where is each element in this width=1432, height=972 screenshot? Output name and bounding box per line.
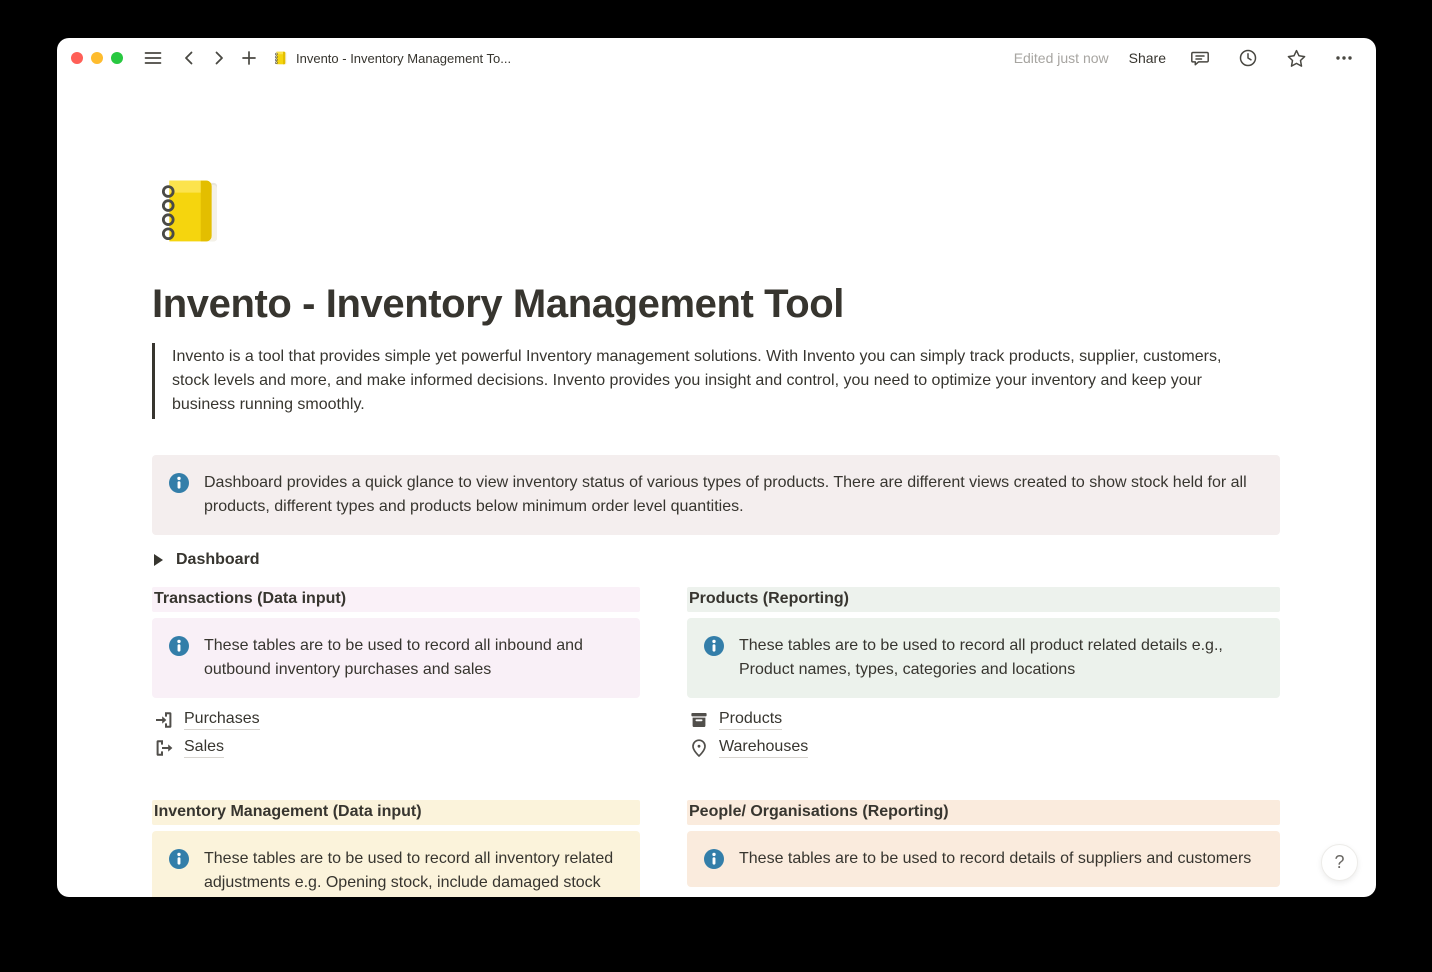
back-icon[interactable] [175, 44, 203, 72]
sections-grid: Transactions (Data input) These tables a… [152, 587, 1280, 897]
sidebar-menu-icon[interactable] [139, 44, 167, 72]
page-link-label: Products [719, 710, 782, 730]
section-callout[interactable]: These tables are to be used to record al… [687, 618, 1280, 698]
section-header: Transactions (Data input) [152, 587, 640, 612]
section-callout-text: These tables are to be used to record al… [739, 634, 1264, 682]
section-callout[interactable]: These tables are to be used to record al… [152, 831, 640, 897]
info-icon [703, 848, 725, 870]
favorite-star-icon[interactable] [1282, 44, 1310, 72]
share-button[interactable]: Share [1129, 50, 1166, 66]
location-pin-icon [689, 738, 709, 758]
window-controls [71, 52, 123, 64]
notebook-icon [273, 50, 289, 66]
edited-status: Edited just now [1014, 50, 1109, 66]
section-header: People/ Organisations (Reporting) [687, 800, 1280, 825]
page-link-purchases[interactable]: Purchases [152, 706, 640, 734]
dashboard-toggle[interactable]: Dashboard [152, 547, 1280, 573]
page-notebook-icon[interactable] [152, 172, 230, 250]
minimize-window-button[interactable] [91, 52, 103, 64]
page-title[interactable]: Invento - Inventory Management Tool [152, 279, 1280, 329]
section-people-organisations: People/ Organisations (Reporting) These … [687, 800, 1280, 895]
page-link-label: Purchases [184, 710, 260, 730]
titlebar: Invento - Inventory Management To... Edi… [57, 38, 1376, 78]
section-header: Products (Reporting) [687, 587, 1280, 612]
exit-door-icon [154, 738, 174, 758]
section-products: Products (Reporting) These tables are to… [687, 587, 1280, 762]
page-link-label: Sales [184, 738, 224, 758]
info-icon [168, 472, 190, 494]
info-icon [168, 848, 190, 870]
section-header: Inventory Management (Data input) [152, 800, 640, 825]
section-callout-text: These tables are to be used to record al… [204, 634, 624, 682]
page-content: Invento - Inventory Management Tool Inve… [57, 78, 1376, 897]
page-link-products[interactable]: Products [687, 706, 1280, 734]
page-link-warehouses[interactable]: Warehouses [687, 734, 1280, 762]
more-options-icon[interactable] [1330, 44, 1358, 72]
section-transactions: Transactions (Data input) These tables a… [152, 587, 640, 762]
section-callout-text: These tables are to be used to record de… [739, 847, 1251, 871]
forward-icon[interactable] [205, 44, 233, 72]
toggle-triangle-icon[interactable] [154, 554, 163, 566]
section-callout[interactable]: These tables are to be used to record de… [687, 831, 1280, 887]
section-callout-text: These tables are to be used to record al… [204, 847, 624, 897]
section-inventory-management: Inventory Management (Data input) These … [152, 800, 640, 897]
dashboard-callout[interactable]: Dashboard provides a quick glance to vie… [152, 455, 1280, 535]
archive-box-icon [689, 710, 709, 730]
info-icon [703, 635, 725, 657]
intro-quote[interactable]: Invento is a tool that provides simple y… [152, 343, 1262, 419]
info-icon [168, 635, 190, 657]
dashboard-callout-text: Dashboard provides a quick glance to vie… [204, 471, 1264, 519]
page-link-sales[interactable]: Sales [152, 734, 640, 762]
comments-icon[interactable] [1186, 44, 1214, 72]
new-tab-icon[interactable] [235, 44, 263, 72]
section-callout[interactable]: These tables are to be used to record al… [152, 618, 640, 698]
zoom-window-button[interactable] [111, 52, 123, 64]
app-window: Invento - Inventory Management To... Edi… [57, 38, 1376, 897]
page-link-label: Warehouses [719, 738, 808, 758]
history-clock-icon[interactable] [1234, 44, 1262, 72]
tab-title: Invento - Inventory Management To... [296, 51, 511, 66]
dashboard-toggle-label: Dashboard [176, 551, 260, 569]
tab-invento[interactable]: Invento - Inventory Management To... [273, 50, 511, 66]
help-button[interactable]: ? [1321, 844, 1358, 881]
enter-door-icon [154, 710, 174, 730]
close-window-button[interactable] [71, 52, 83, 64]
